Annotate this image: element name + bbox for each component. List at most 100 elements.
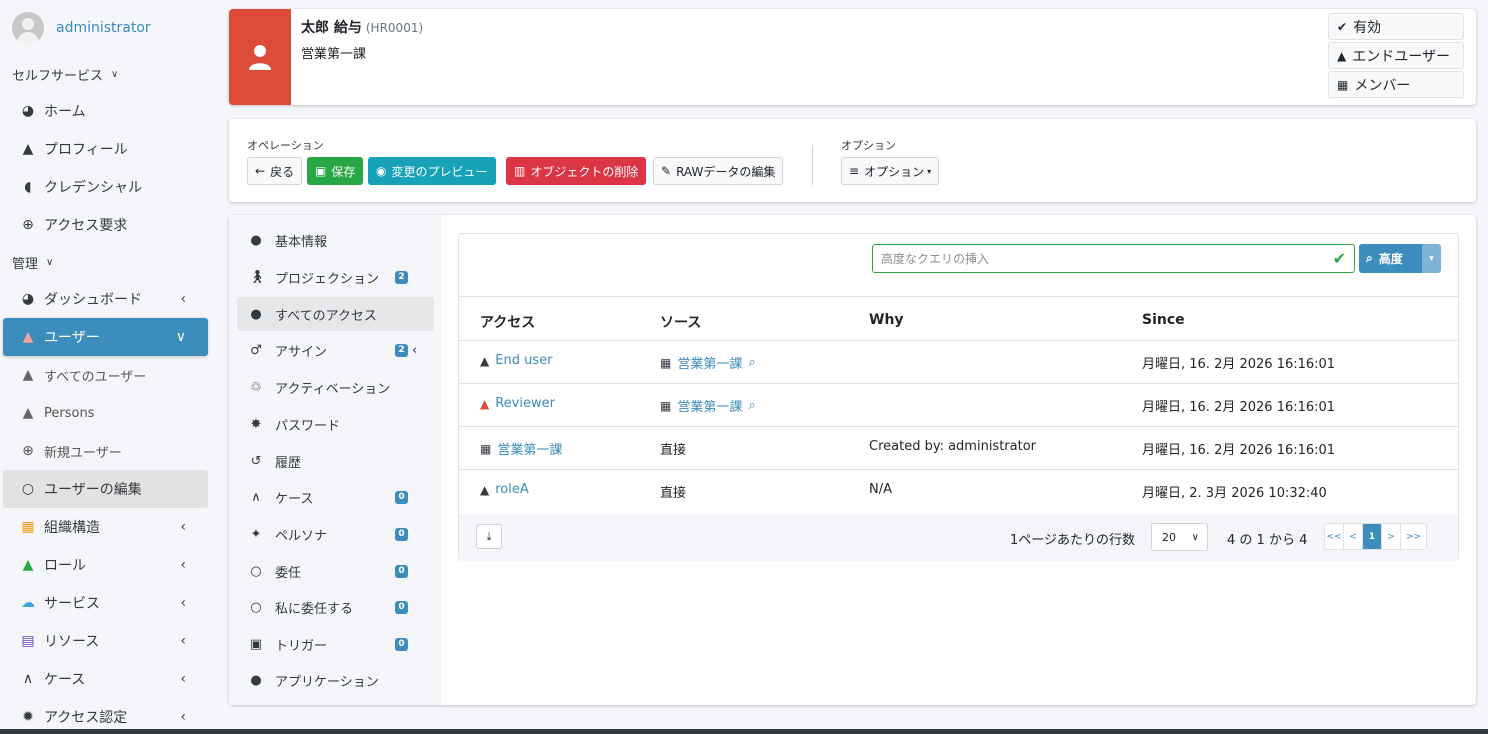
sidebar-item-users[interactable]: ▲ ユーザー ∨ — [3, 318, 208, 356]
circle-icon: ● — [250, 672, 262, 688]
sidebar-item-persons[interactable]: ▲ Persons — [0, 394, 208, 432]
delete-object-button[interactable]: ▥ オブジェクトの削除 — [506, 157, 647, 185]
raw-label: RAWデータの編集 — [676, 164, 776, 179]
search-icon: ⌕ — [1366, 251, 1373, 265]
nav-header-admin[interactable]: 管理 ∨ — [0, 244, 215, 280]
pagination: << < 1 > >> — [1324, 523, 1427, 550]
access-link[interactable]: ▲ roleA — [480, 482, 529, 497]
details-card: ● 基本情報 🚶︎ プロジェクション 2 ● すべてのアクセス ♂ アサイン 2… — [229, 215, 1476, 705]
tab-triggers[interactable]: ▣ トリガー 0 — [237, 627, 434, 661]
next-page-button[interactable]: > — [1382, 524, 1401, 549]
count-badge: 0 — [395, 600, 408, 614]
user-name[interactable]: administrator — [56, 20, 151, 36]
save-button[interactable]: ▣ 保存 — [307, 157, 364, 185]
user-icon: ▲ — [1337, 48, 1347, 63]
divider — [459, 296, 1458, 297]
chevron-down-icon: ∨ — [1191, 531, 1199, 543]
tab-activation[interactable]: ♲ アクティベーション — [237, 370, 434, 404]
count-badge: 0 — [395, 637, 408, 651]
tab-assignments[interactable]: ♂ アサイン 2 ‹ — [237, 333, 434, 367]
tab-history[interactable]: ↺ 履歴 — [237, 444, 434, 478]
sidebar-item-label: アクセス要求 — [44, 218, 128, 234]
sidebar-item-label: ダッシュボード — [44, 292, 142, 308]
source-cell: 直接 — [660, 443, 687, 458]
sidebar-item-roles[interactable]: ▲ ロール ‹ — [0, 546, 208, 584]
column-header-source[interactable]: ソース — [660, 312, 701, 332]
count-badge: 0 — [395, 564, 408, 578]
download-button[interactable]: ⤓ — [476, 524, 502, 549]
advanced-query-input[interactable]: 高度なクエリの挿入 ✔ — [872, 244, 1355, 273]
status-badge-member: ▦ メンバー — [1328, 71, 1464, 98]
last-page-button[interactable]: >> — [1401, 524, 1426, 549]
tab-label: ペルソナ — [275, 528, 328, 544]
sidebar-item-new-user[interactable]: ⊕ 新規ユーザー — [0, 432, 208, 470]
tab-cases[interactable]: ∧ ケース 0 — [237, 480, 434, 514]
access-link[interactable]: ▲ Reviewer — [480, 396, 555, 411]
tab-label: 私に委任する — [275, 601, 354, 617]
chevron-left-icon: ‹ — [180, 557, 186, 573]
sidebar-item-request-access[interactable]: ⊕ アクセス要求 — [0, 206, 208, 244]
back-button[interactable]: ← 戻る — [247, 157, 303, 185]
column-header-access[interactable]: アクセス — [480, 312, 535, 332]
column-header-why[interactable]: Why — [869, 312, 904, 328]
search-mode-dropdown[interactable]: ▾ — [1422, 244, 1441, 273]
source-link[interactable]: ▦ 営業第一課 ⌕ — [660, 353, 756, 372]
object-summary-card: 太郎 給与 (HR0001) 営業第一課 ✔ 有効 ▲ エンドユーザー ▦ メンバ… — [229, 9, 1476, 105]
avatar — [12, 12, 44, 44]
preview-changes-button[interactable]: ◉ 変更のプレビュー — [368, 157, 496, 185]
user-key: (HR0001) — [365, 21, 424, 35]
sidebar: administrator セルフサービス ∨ ◕ ホーム ▲ プロフィール ◖… — [0, 0, 215, 734]
sidebar-item-all-users[interactable]: ▲ すべてのユーザー — [0, 356, 208, 394]
menu-icon: ≡ — [849, 164, 860, 178]
window-bottom-edge — [0, 729, 1488, 734]
advanced-search-button[interactable]: ⌕ 高度 — [1359, 244, 1422, 273]
sidebar-item-profile[interactable]: ▲ プロフィール — [0, 130, 208, 168]
source-link[interactable]: ▦ 営業第一課 ⌕ — [660, 396, 756, 415]
building-icon: ▦ — [480, 441, 492, 456]
tab-delegations[interactable]: ○ 委任 0 — [237, 554, 434, 588]
first-page-button[interactable]: << — [1325, 524, 1344, 549]
tab-personas[interactable]: ✦ ペルソナ 0 — [237, 517, 434, 551]
tab-delegated-to-me[interactable]: ○ 私に委任する 0 — [237, 590, 434, 624]
sidebar-item-resources[interactable]: ▤ リソース ‹ — [0, 622, 208, 660]
preview-label: 変更のプレビュー — [391, 164, 488, 179]
nav-header-selfservice[interactable]: セルフサービス ∨ — [0, 56, 215, 92]
user-panel[interactable]: administrator — [0, 0, 215, 56]
result-range: 4 の 1 から 4 — [1227, 533, 1308, 548]
tab-label: 履歴 — [275, 455, 302, 471]
sidebar-item-edit-user[interactable]: ○ ユーザーの編集 — [3, 470, 208, 508]
sidebar-item-dashboard[interactable]: ◕ ダッシュボード ‹ — [0, 280, 208, 318]
zoom-in-icon[interactable]: ⌕ — [748, 355, 755, 370]
caret-down-icon: ▾ — [927, 166, 932, 176]
column-header-since[interactable]: Since — [1142, 312, 1185, 328]
options-button[interactable]: ≡ オプション ▾ — [841, 157, 940, 185]
sidebar-item-org[interactable]: ▦ 組織構造 ‹ — [0, 508, 208, 546]
edit-raw-button[interactable]: ✎ RAWデータの編集 — [653, 157, 784, 185]
status-label: メンバー — [1354, 77, 1411, 94]
tab-projections[interactable]: 🚶︎ プロジェクション 2 — [237, 260, 434, 294]
sidebar-item-credentials[interactable]: ◖ クレデンシャル — [0, 168, 208, 206]
zoom-in-icon[interactable]: ⌕ — [748, 398, 755, 413]
status-label: 有効 — [1353, 19, 1382, 36]
sidebar-item-label: プロフィール — [44, 142, 128, 158]
sidebar-item-services[interactable]: ☁ サービス ‹ — [0, 584, 208, 622]
circle-icon: ● — [250, 232, 262, 248]
calendar-icon: ▣ — [249, 636, 263, 652]
users-icon: ✦ — [250, 526, 262, 542]
tab-all-access[interactable]: ● すべてのアクセス — [237, 297, 434, 331]
sidebar-item-label: 組織構造 — [44, 520, 100, 536]
prev-page-button[interactable]: < — [1344, 524, 1363, 549]
sidebar-item-home[interactable]: ◕ ホーム — [0, 92, 208, 130]
tab-basic[interactable]: ● 基本情報 — [237, 223, 434, 257]
tab-label: パスワード — [275, 418, 341, 434]
sidebar-item-cases[interactable]: ∧ ケース ‹ — [0, 660, 208, 698]
tab-label: 委任 — [275, 565, 302, 581]
access-link[interactable]: ▲ End user — [480, 353, 552, 368]
user-icon: ▲ — [22, 141, 34, 157]
access-link[interactable]: ▦ 営業第一課 — [480, 439, 562, 459]
page-1-button[interactable]: 1 — [1363, 524, 1382, 549]
tab-label: プロジェクション — [275, 271, 380, 287]
rows-per-page-select[interactable]: 20 ∨ — [1151, 523, 1208, 551]
tab-applications[interactable]: ● アプリケーション — [237, 663, 434, 697]
tab-password[interactable]: ✸ パスワード — [237, 407, 434, 441]
